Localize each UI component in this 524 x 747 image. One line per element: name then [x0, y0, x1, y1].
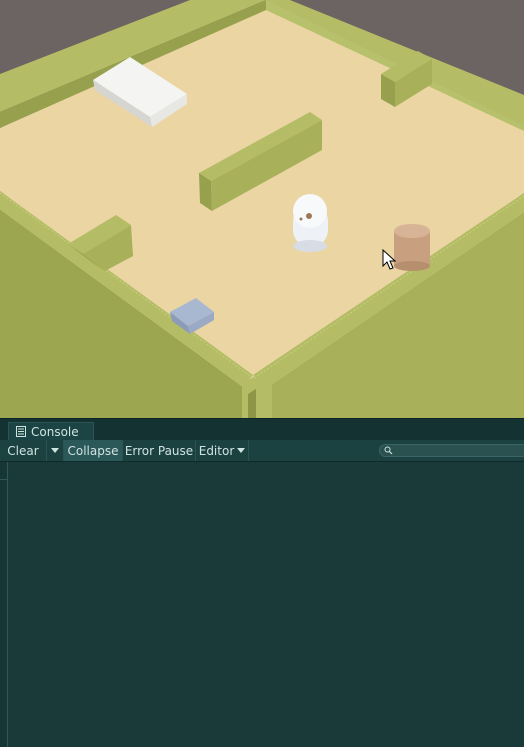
error-pause-toggle[interactable]: Error Pause	[123, 440, 196, 461]
console-tab-strip: Console	[0, 419, 524, 441]
search-icon	[384, 446, 393, 455]
console-gutter-marker	[0, 462, 7, 480]
tab-console-label: Console	[31, 424, 79, 439]
collapse-toggle-label: Collapse	[67, 443, 119, 458]
editor-dropdown[interactable]: Editor	[196, 440, 249, 461]
collapse-toggle[interactable]: Collapse	[64, 440, 123, 461]
console-toolbar: Clear Collapse Error Pause Editor	[0, 440, 524, 462]
editor-dropdown-label: Editor	[198, 443, 235, 458]
chevron-down-icon	[237, 448, 246, 453]
console-search-field[interactable]	[379, 444, 524, 457]
brown-cylinder	[394, 224, 430, 271]
console-panel: Console Clear Collapse Error Pause Edito…	[0, 418, 524, 747]
player-capsule	[293, 194, 328, 252]
console-log-gutter	[0, 462, 8, 747]
scene-viewport[interactable]	[0, 0, 524, 418]
error-pause-toggle-label: Error Pause	[124, 443, 194, 458]
console-icon	[16, 426, 26, 437]
clear-button[interactable]: Clear	[0, 440, 47, 461]
chevron-down-icon	[51, 448, 59, 453]
tab-console[interactable]: Console	[8, 422, 94, 440]
clear-button-label: Clear	[7, 443, 39, 458]
console-log-list[interactable]	[0, 462, 524, 747]
clear-options-dropdown[interactable]	[47, 440, 64, 461]
wall-corner-post-face	[248, 389, 256, 418]
